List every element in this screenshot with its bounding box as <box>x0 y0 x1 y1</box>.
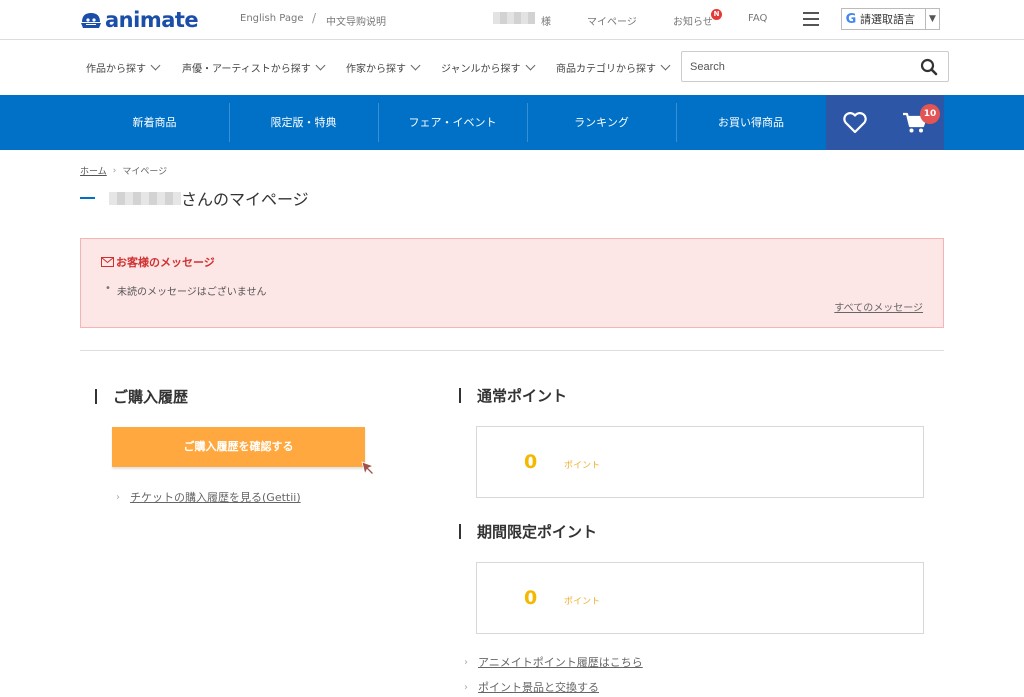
language-select-label: 請選取語言 <box>860 13 915 26</box>
purchase-history-title: ご購入履歴 <box>113 388 189 406</box>
chevron-right-icon: › <box>116 491 120 503</box>
page-title-text: さんのマイページ <box>181 190 309 209</box>
top-bar: animate English Page / 中文导购说明 様 マイページ お知… <box>0 0 1024 40</box>
user-honorific: 様 <box>541 17 551 28</box>
mail-icon <box>101 257 114 267</box>
ticket-history-link-text: チケットの購入履歴を見る(Gettii) <box>130 491 301 504</box>
points-unit-label: ポイント <box>564 461 601 471</box>
favorites-button[interactable] <box>826 95 884 150</box>
title-accent-line <box>80 197 95 199</box>
chevron-right-icon: › <box>464 656 468 668</box>
limited-points-heading: 期間限定ポイント <box>459 521 597 542</box>
category-item-voice-actors[interactable]: 声優・アーティストから探す <box>182 60 326 75</box>
point-exchange-link[interactable]: › ポイント景品と交換する <box>464 679 599 695</box>
ticket-history-link[interactable]: › チケットの購入履歴を見る(Gettii) <box>116 489 301 505</box>
category-item-product-categories[interactable]: 商品カテゴリから探す <box>556 60 671 75</box>
category-item-label: 作品から探す <box>86 64 146 75</box>
message-list-item: 未読のメッセージはございません <box>105 283 266 298</box>
breadcrumb: ホーム › マイページ <box>80 164 168 178</box>
limited-points-box: 0 ポイント <box>476 562 924 634</box>
normal-points-value: 0 <box>524 451 538 473</box>
normal-points-title: 通常ポイント <box>477 387 568 405</box>
chevron-down-icon <box>150 60 161 71</box>
heading-bar <box>95 389 97 404</box>
logo-text: animate <box>105 8 199 32</box>
heading-bar <box>459 524 461 539</box>
search-box <box>681 51 949 82</box>
blurred-username <box>109 191 181 205</box>
category-item-label: 声優・アーティストから探す <box>182 64 311 75</box>
category-item-label: 商品カテゴリから探す <box>556 64 656 75</box>
faq-link[interactable]: FAQ <box>748 13 767 24</box>
dropdown-arrow-icon: ▼ <box>925 9 939 29</box>
view-purchase-history-button[interactable]: ご購入履歴を確認する <box>112 427 365 467</box>
nav-ranking[interactable]: ランキング <box>527 95 676 150</box>
category-item-label: ジャンルから探す <box>441 64 521 75</box>
messages-title-text: お客様のメッセージ <box>116 256 215 269</box>
animate-logo[interactable]: animate <box>80 6 199 34</box>
purchase-history-heading: ご購入履歴 <box>95 386 188 407</box>
chevron-down-icon <box>660 60 671 71</box>
link-divider: / <box>312 11 317 25</box>
nav-bargains[interactable]: お買い得商品 <box>676 95 826 150</box>
limited-points-value: 0 <box>524 587 538 609</box>
category-item-works[interactable]: 作品から探す <box>86 60 161 75</box>
mypage-link[interactable]: マイページ <box>587 13 637 28</box>
chevron-down-icon <box>525 60 535 71</box>
hamburger-menu-icon[interactable] <box>803 12 819 26</box>
logo-mascot-icon <box>81 13 101 28</box>
customer-messages-panel: お客様のメッセージ 未読のメッセージはございません すべてのメッセージ <box>80 238 944 328</box>
normal-points-heading: 通常ポイント <box>459 385 567 406</box>
section-divider <box>80 350 944 351</box>
breadcrumb-home-link[interactable]: ホーム <box>80 164 107 177</box>
cart-count-badge: 10 <box>920 104 940 124</box>
breadcrumb-separator: › <box>112 165 117 176</box>
point-history-link-text: アニメイトポイント履歴はこちら <box>478 656 643 669</box>
search-icon[interactable] <box>920 58 938 76</box>
notice-new-badge: N <box>711 9 722 20</box>
search-input[interactable] <box>690 58 910 76</box>
point-exchange-link-text: ポイント景品と交換する <box>478 681 599 694</box>
chinese-guide-link[interactable]: 中文导购说明 <box>326 13 386 28</box>
point-history-link[interactable]: › アニメイトポイント履歴はこちら <box>464 654 643 670</box>
points-unit-label: ポイント <box>564 597 601 607</box>
category-item-authors[interactable]: 作家から探す <box>346 60 421 75</box>
breadcrumb-current: マイページ <box>122 167 168 177</box>
mouse-cursor-icon <box>361 461 375 476</box>
category-item-label: 作家から探す <box>346 64 406 75</box>
nav-limited-editions[interactable]: 限定版・特典 <box>229 95 378 150</box>
chevron-right-icon: › <box>464 681 468 693</box>
all-messages-link[interactable]: すべてのメッセージ <box>834 299 923 314</box>
main-nav: 新着商品 限定版・特典 フェア・イベント ランキング お買い得商品 <box>0 95 1024 150</box>
language-select[interactable]: G 請選取語言 ▼ <box>841 8 940 30</box>
google-icon: G <box>845 11 857 27</box>
english-page-link[interactable]: English Page <box>240 13 304 24</box>
nav-fairs-events[interactable]: フェア・イベント <box>378 95 527 150</box>
heading-bar <box>459 388 461 403</box>
notice-link[interactable]: お知らせ <box>673 13 713 28</box>
nav-new-items[interactable]: 新着商品 <box>80 95 229 150</box>
category-nav: 作品から探す 声優・アーティストから探す 作家から探す ジャンルから探す 商品カ… <box>0 40 1024 95</box>
normal-points-box: 0 ポイント <box>476 426 924 498</box>
messages-title: お客様のメッセージ <box>101 254 215 270</box>
page-title: さんのマイページ <box>80 187 309 209</box>
blurred-username <box>493 12 535 24</box>
category-item-genres[interactable]: ジャンルから探す <box>441 60 535 75</box>
heart-icon <box>843 112 867 134</box>
chevron-down-icon <box>315 60 326 71</box>
chevron-down-icon <box>410 60 421 71</box>
limited-points-title: 期間限定ポイント <box>477 523 598 541</box>
